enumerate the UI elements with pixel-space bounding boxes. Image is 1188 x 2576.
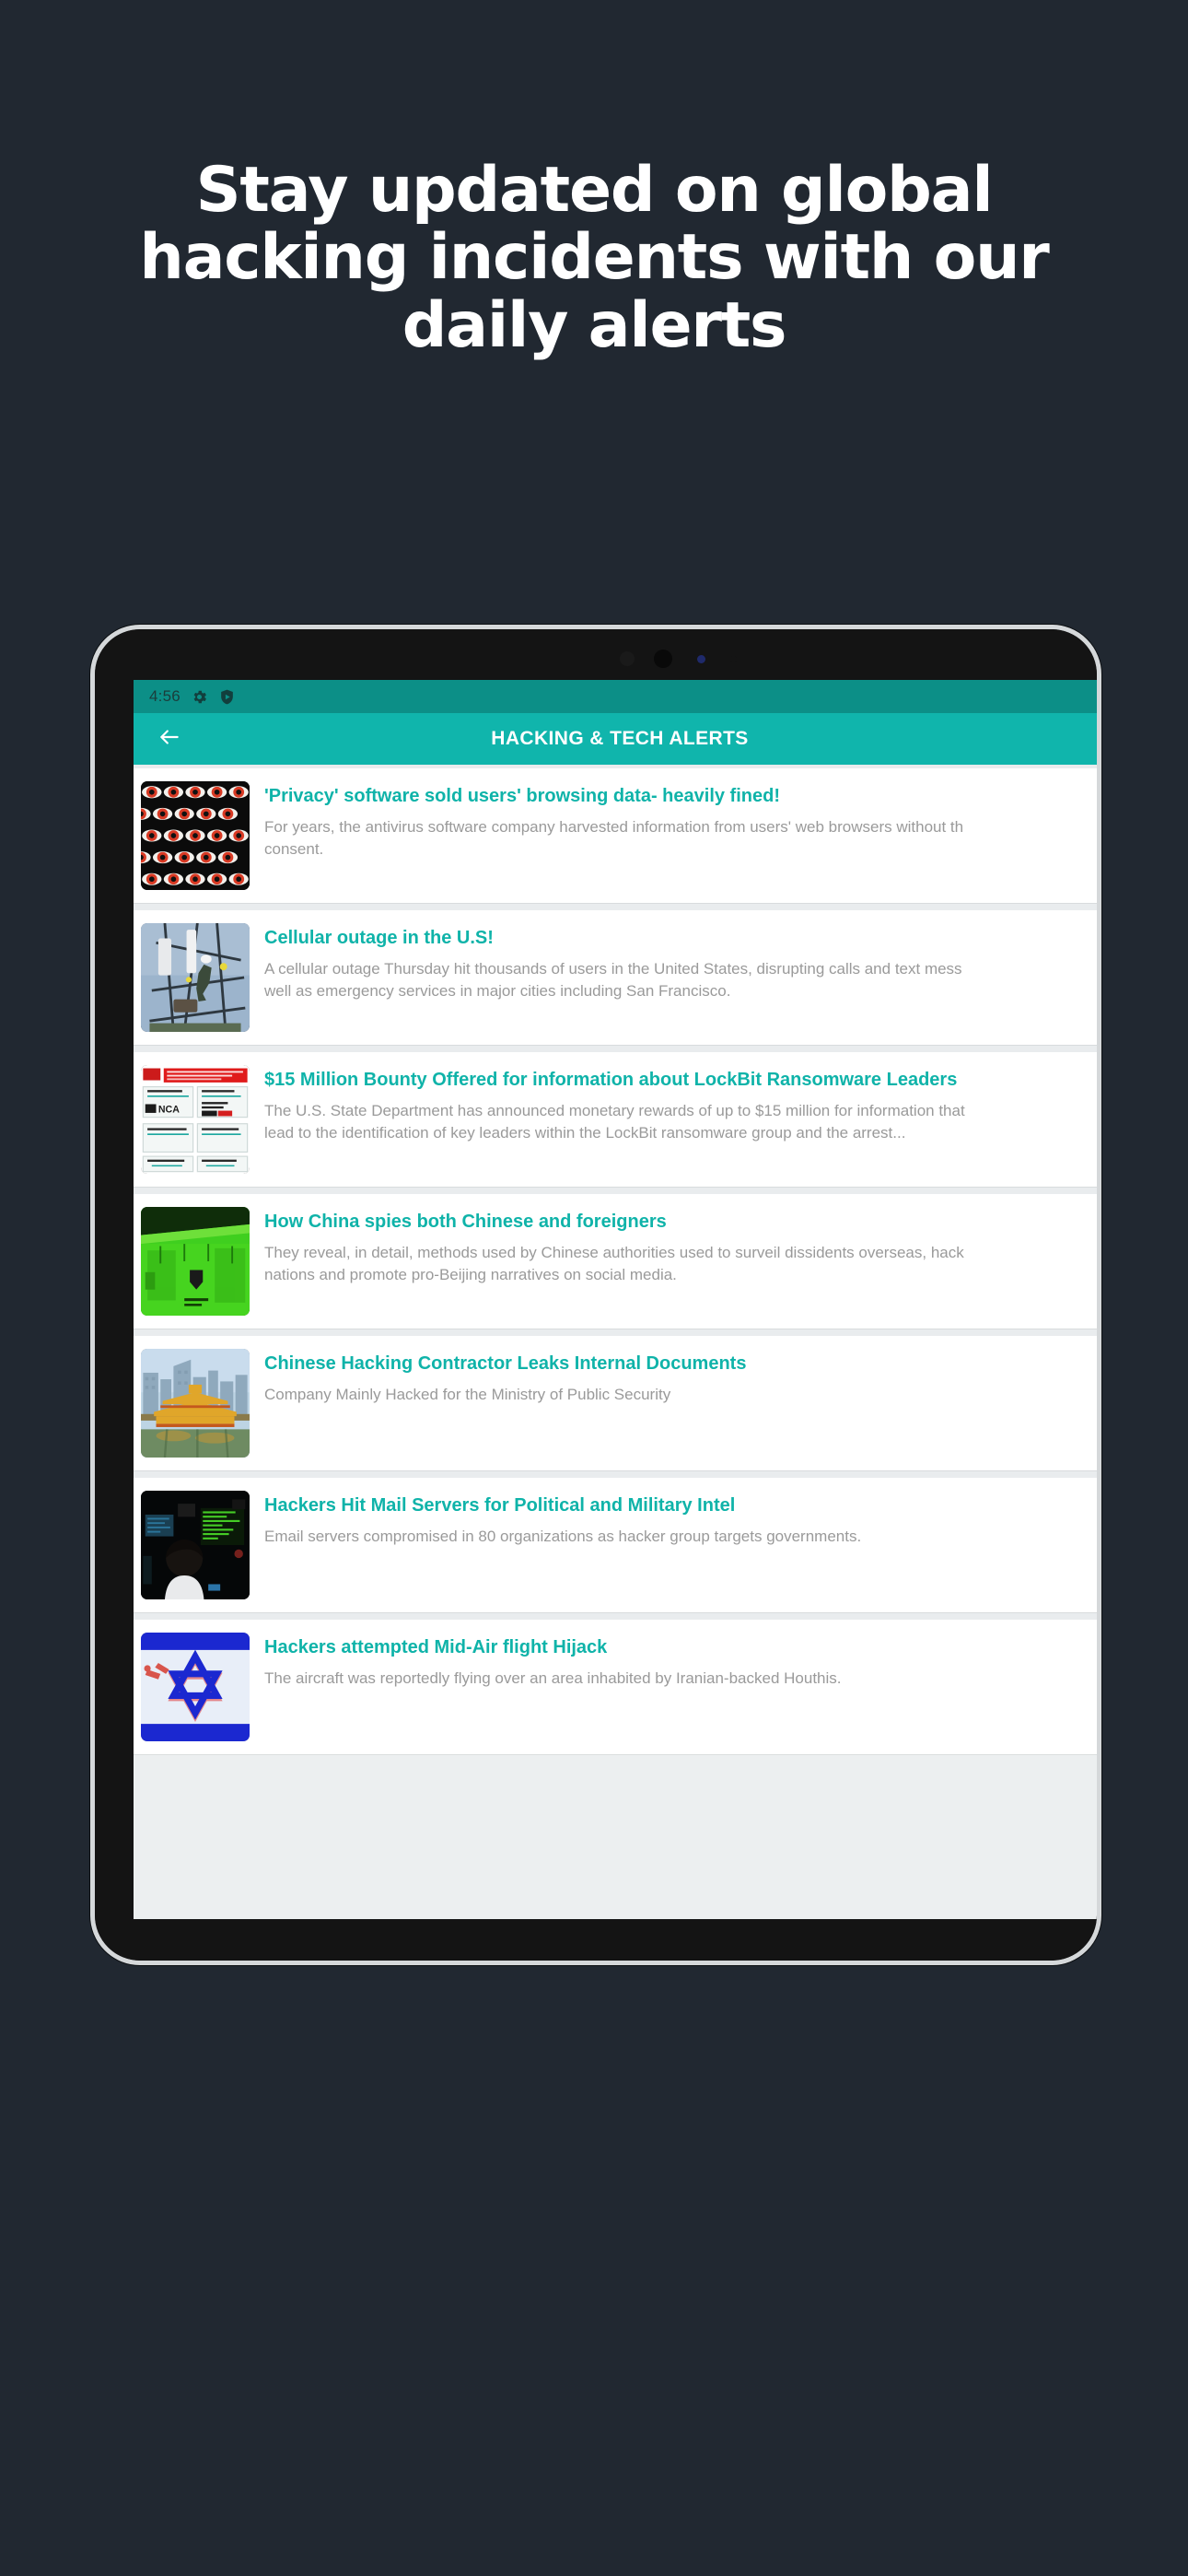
- front-camera-icon: [654, 650, 672, 668]
- news-desc-line: Email servers compromised in 80 organiza…: [264, 1528, 862, 1545]
- news-title[interactable]: Cellular outage in the U.S!: [264, 927, 1097, 950]
- list-item-text: Cellular outage in the U.S! A cellular o…: [250, 923, 1097, 1032]
- news-title[interactable]: 'Privacy' software sold users' browsing …: [264, 785, 1097, 808]
- gear-icon: [191, 688, 208, 706]
- news-desc-line: A cellular outage Thursday hit thousands…: [264, 960, 962, 978]
- indicator-led-icon: [697, 655, 705, 663]
- news-description: The aircraft was reportedly flying over …: [264, 1668, 1097, 1690]
- list-item[interactable]: NCA $15 Million Bounty Offered for infor…: [134, 1052, 1097, 1187]
- status-bar: 4:56: [134, 680, 1097, 713]
- device-screen: 4:56 HACKING & TECH ALERTS 'Privacy' sof…: [134, 680, 1097, 1919]
- app-bar: HACKING & TECH ALERTS: [134, 713, 1097, 765]
- bezel-sensor-cluster: [95, 644, 1097, 675]
- shield-play-icon: [218, 688, 236, 706]
- news-desc-line: well as emergency services in major citi…: [264, 982, 731, 1001]
- news-description: They reveal, in detail, methods used by …: [264, 1242, 1097, 1286]
- camera-sensor-icon: [620, 651, 635, 666]
- news-desc-line: Company Mainly Hacked for the Ministry o…: [264, 1386, 671, 1403]
- device-bezel: 4:56 HACKING & TECH ALERTS 'Privacy' sof…: [95, 629, 1097, 1961]
- green-server-room-image: [141, 1207, 250, 1316]
- app-bar-title: HACKING & TECH ALERTS: [491, 728, 749, 749]
- news-title[interactable]: $15 Million Bounty Offered for informati…: [264, 1069, 1097, 1092]
- cell-tower-worker-image: [141, 923, 250, 1032]
- proximity-sensor-icon: [730, 656, 737, 662]
- news-title[interactable]: Hackers Hit Mail Servers for Political a…: [264, 1494, 1097, 1517]
- news-description: For years, the antivirus software compan…: [264, 816, 1097, 861]
- news-title[interactable]: Chinese Hacking Contractor Leaks Interna…: [264, 1352, 1097, 1376]
- page-headline: Stay updated on global hacking incidents…: [0, 154, 1188, 362]
- hacker-at-computer-image: [141, 1491, 250, 1599]
- list-item[interactable]: 'Privacy' software sold users' browsing …: [134, 768, 1097, 903]
- headline-line-1: Stay updated on global: [195, 154, 994, 227]
- news-desc-line: nations and promote pro-Beijing narrativ…: [264, 1266, 677, 1284]
- svg-text:NCA: NCA: [158, 1104, 180, 1115]
- news-desc-line: lead to the identification of key leader…: [264, 1124, 906, 1142]
- israel-flag-image: [141, 1633, 250, 1741]
- news-desc-line: They reveal, in detail, methods used by …: [264, 1244, 964, 1261]
- news-desc-line: The aircraft was reportedly flying over …: [264, 1669, 842, 1687]
- news-desc-line: consent.: [264, 840, 324, 859]
- news-title[interactable]: Hackers attempted Mid-Air flight Hijack: [264, 1636, 1097, 1659]
- news-description: The U.S. State Department has announced …: [264, 1100, 1097, 1144]
- news-desc-line: For years, the antivirus software compan…: [264, 818, 964, 836]
- list-item-text: 'Privacy' software sold users' browsing …: [250, 781, 1097, 890]
- chinese-city-bridge-image: [141, 1349, 250, 1458]
- lockbit-takedown-notice-image: NCA: [141, 1065, 250, 1174]
- list-item-text: Hackers Hit Mail Servers for Political a…: [250, 1491, 1097, 1599]
- status-bar-clock: 4:56: [149, 687, 181, 705]
- news-list[interactable]: 'Privacy' software sold users' browsing …: [134, 765, 1097, 1754]
- news-description: Company Mainly Hacked for the Ministry o…: [264, 1384, 1097, 1406]
- list-item[interactable]: Cellular outage in the U.S! A cellular o…: [134, 910, 1097, 1045]
- list-item[interactable]: Chinese Hacking Contractor Leaks Interna…: [134, 1336, 1097, 1470]
- news-title[interactable]: How China spies both Chinese and foreign…: [264, 1211, 1097, 1234]
- list-item-text: Hackers attempted Mid-Air flight Hijack …: [250, 1633, 1097, 1741]
- headline-line-2: hacking incidents with our: [139, 221, 1049, 295]
- list-item[interactable]: Hackers Hit Mail Servers for Political a…: [134, 1478, 1097, 1612]
- news-desc-line: The U.S. State Department has announced …: [264, 1102, 965, 1119]
- tablet-device-frame: 4:56 HACKING & TECH ALERTS 'Privacy' sof…: [90, 625, 1101, 1965]
- red-eyes-pattern-image: [141, 781, 250, 890]
- list-item-text: Chinese Hacking Contractor Leaks Interna…: [250, 1349, 1097, 1458]
- news-description: A cellular outage Thursday hit thousands…: [264, 958, 1097, 1002]
- list-item-text: $15 Million Bounty Offered for informati…: [250, 1065, 1097, 1174]
- list-item[interactable]: Hackers attempted Mid-Air flight Hijack …: [134, 1620, 1097, 1754]
- list-item-text: How China spies both Chinese and foreign…: [250, 1207, 1097, 1316]
- list-item[interactable]: How China spies both Chinese and foreign…: [134, 1194, 1097, 1329]
- headline-line-3: daily alerts: [402, 288, 787, 362]
- news-description: Email servers compromised in 80 organiza…: [264, 1526, 1097, 1548]
